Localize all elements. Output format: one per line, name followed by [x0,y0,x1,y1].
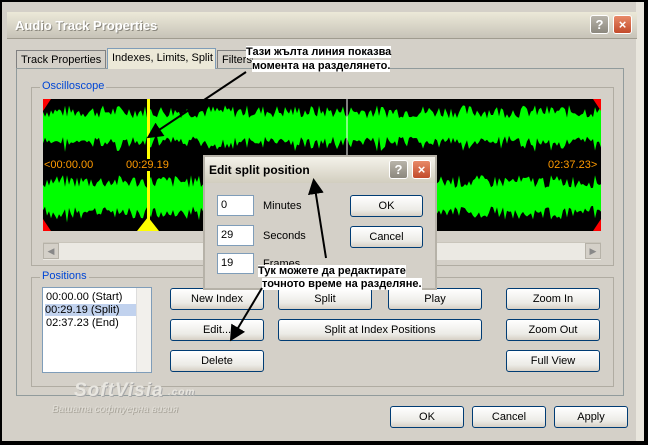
apply-button[interactable]: Apply [554,406,628,428]
watermark-logo: SoftVisia .com Вашата софтуерна визия [50,380,200,422]
split-at-index-button[interactable]: Split at Index Positions [278,319,482,341]
limit-marker-start-bottom [43,219,51,231]
play-button[interactable]: Play [388,288,482,310]
list-item[interactable]: 02:37.23 (End) [46,317,119,329]
dialog-close-button[interactable]: × [412,160,431,179]
delete-button[interactable]: Delete [170,350,264,372]
list-item[interactable]: 00:00.00 (Start) [46,291,122,303]
frames-field[interactable]: 19 [217,253,254,274]
dialog-ok-button[interactable]: OK [350,195,423,217]
minutes-field[interactable]: 0 [217,195,254,216]
dialog-help-button[interactable]: ? [389,160,408,179]
cancel-button[interactable]: Cancel [472,406,546,428]
annotation-yellow-line-2: момента на разделянето. [252,60,391,72]
title-bar: Audio Track Properties ? × [7,12,637,39]
watermark-tagline: Вашата софтуерна визия [52,404,178,415]
full-view-button[interactable]: Full View [506,350,600,372]
list-item-selected[interactable]: 00:29.19 (Split) [45,304,137,316]
seconds-field[interactable]: 29 [217,225,254,246]
minutes-label: Minutes [263,200,302,212]
help-button[interactable]: ? [590,15,609,34]
scroll-left-icon[interactable]: ◀ [43,243,59,259]
list-scrollbar[interactable] [136,288,151,372]
ok-button[interactable]: OK [390,406,464,428]
background-strip [636,2,644,441]
end-time-label: 02:37.23> [548,159,598,171]
watermark-suffix: .com [168,387,196,398]
split-time-label: 00:29.19 [126,159,169,171]
edit-button[interactable]: Edit... [170,319,264,341]
oscilloscope-label: Oscilloscope [40,80,107,92]
zoom-in-button[interactable]: Zoom In [506,288,600,310]
watermark-brand: SoftVisia [74,380,164,401]
tab-indexes-limits-split[interactable]: Indexes, Limits, Split [107,48,216,69]
positions-list[interactable]: 00:00.00 (Start) 00:29.19 (Split) 02:37.… [42,287,152,373]
seconds-label: Seconds [263,230,306,242]
annotation-edit-1: Тук можете да редактирате [258,265,406,277]
zoom-out-button[interactable]: Zoom Out [506,319,600,341]
close-button[interactable]: × [613,15,632,34]
annotation-yellow-line-1: Тази жълта линия показва [246,46,392,58]
dialog-title-bar: Edit split position ? × [205,157,435,183]
dialog-title: Edit split position [209,163,310,177]
tab-track-properties[interactable]: Track Properties [16,50,106,68]
limit-marker-end-bottom [593,219,601,231]
dialog-cancel-button[interactable]: Cancel [350,226,423,248]
limit-marker-start-top [43,99,51,111]
split-marker-handle [137,217,159,231]
annotation-edit-2: точното време на разделяне. [262,278,422,290]
waveform-channel [43,105,601,152]
window-title: Audio Track Properties [15,18,158,33]
split-button[interactable]: Split [278,288,372,310]
start-time-label: <00:00.00 [44,159,94,171]
scroll-right-icon[interactable]: ▶ [585,243,601,259]
positions-label: Positions [40,270,89,282]
new-index-button[interactable]: New Index [170,288,264,310]
